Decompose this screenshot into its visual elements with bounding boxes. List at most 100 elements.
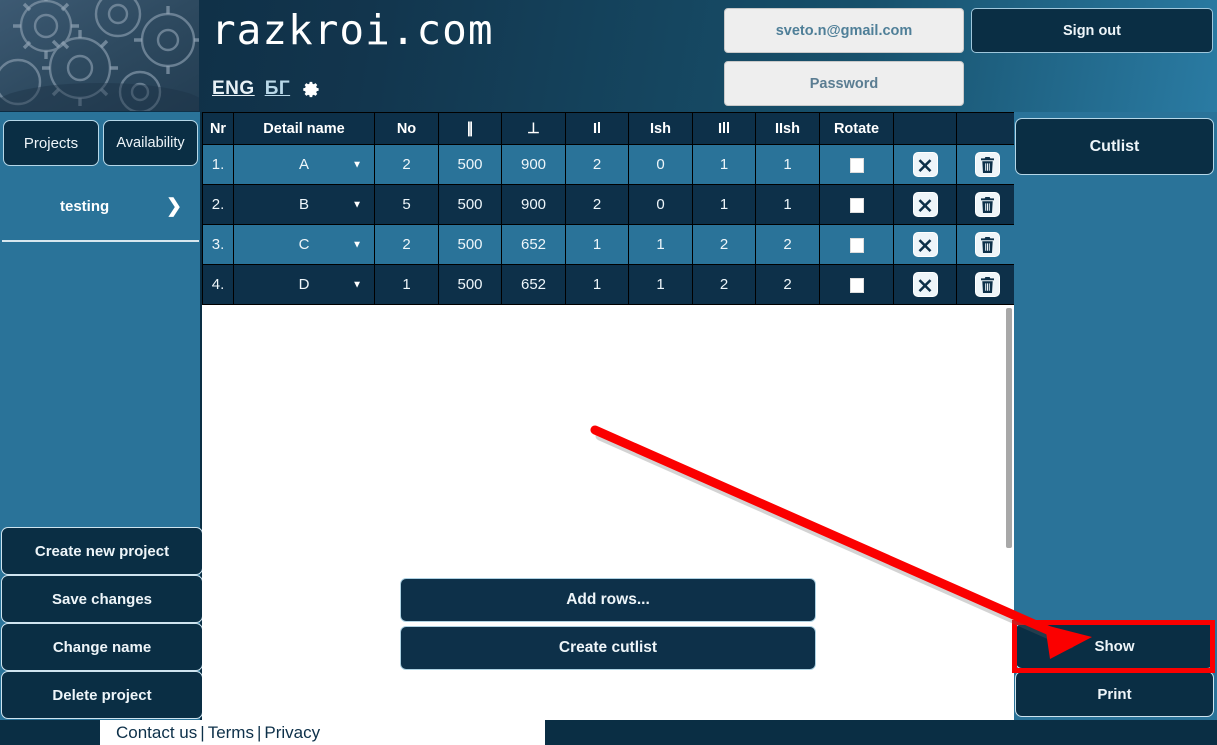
cell-ish[interactable]: 0: [628, 184, 693, 225]
cell-nr: 4.: [202, 264, 234, 305]
cell-ish[interactable]: 0: [628, 144, 693, 185]
col-header-il: Il: [565, 112, 629, 145]
clear-x-icon[interactable]: [912, 152, 938, 177]
project-list: testing ❯: [2, 172, 200, 240]
chevron-down-icon: ▼: [352, 239, 362, 250]
main-content: Nr Detail name No ∥ ⊥ Il Ish Ill IIsh Ro…: [202, 112, 1019, 720]
trash-icon[interactable]: [975, 272, 1000, 297]
detail-name-select[interactable]: B ▼: [234, 185, 374, 224]
sidebar-action-buttons: Create new project Save changes Change n…: [1, 527, 203, 719]
main-action-buttons: Add rows... Create cutlist: [400, 578, 816, 674]
cell-delete: [956, 264, 1019, 305]
sign-out-button[interactable]: Sign out: [971, 8, 1213, 53]
col-header-perpendicular: ⊥: [501, 112, 566, 145]
rotate-checkbox[interactable]: [849, 277, 864, 293]
clear-x-icon[interactable]: [912, 232, 938, 257]
cell-ill[interactable]: 1: [692, 144, 756, 185]
detail-name-select[interactable]: D ▼: [234, 265, 374, 304]
create-new-project-button[interactable]: Create new project: [1, 527, 203, 575]
password-field[interactable]: Password: [724, 61, 964, 106]
cell-parallel[interactable]: 500: [438, 184, 502, 225]
cell-il[interactable]: 1: [565, 224, 629, 265]
gear-icon[interactable]: [302, 80, 321, 99]
trash-icon[interactable]: [975, 192, 1000, 217]
show-button[interactable]: Show: [1015, 623, 1214, 669]
col-header-ish: Ish: [628, 112, 693, 145]
cell-rotate: [819, 264, 894, 305]
cell-parallel[interactable]: 500: [438, 224, 502, 265]
cell-ish[interactable]: 1: [628, 224, 693, 265]
lang-link-bg[interactable]: БГ: [265, 78, 290, 100]
change-name-button[interactable]: Change name: [1, 623, 203, 671]
cell-il[interactable]: 2: [565, 184, 629, 225]
cell-perpendicular[interactable]: 900: [501, 184, 566, 225]
cell-delete: [956, 224, 1019, 265]
cell-iish[interactable]: 2: [755, 264, 820, 305]
table-header-row: Nr Detail name No ∥ ⊥ Il Ish Ill IIsh Ro…: [202, 112, 1019, 145]
trash-icon[interactable]: [975, 152, 1000, 177]
tab-projects[interactable]: Projects: [3, 120, 99, 166]
cutlist-button[interactable]: Cutlist: [1015, 118, 1214, 175]
contact-us-link[interactable]: Contact us: [116, 723, 197, 742]
cell-il[interactable]: 2: [565, 144, 629, 185]
delete-project-button[interactable]: Delete project: [1, 671, 203, 719]
lang-link-eng[interactable]: ENG: [212, 78, 255, 100]
table-row: 4. D ▼ 1 500 652 1 1 2 2: [202, 264, 1019, 305]
detail-name-select[interactable]: A ▼: [234, 145, 374, 184]
clear-x-icon[interactable]: [912, 272, 938, 297]
cell-parallel[interactable]: 500: [438, 144, 502, 185]
print-button[interactable]: Print: [1015, 671, 1214, 717]
detail-name-value: A: [298, 156, 309, 173]
vertical-scrollbar[interactable]: [1006, 308, 1012, 548]
detail-name-value: C: [298, 236, 310, 253]
sidebar-divider: [2, 240, 199, 242]
cell-il[interactable]: 1: [565, 264, 629, 305]
cell-ill[interactable]: 2: [692, 264, 756, 305]
table-row: 3. C ▼ 2 500 652 1 1 2 2: [202, 224, 1019, 265]
tab-availability[interactable]: Availability: [103, 120, 198, 166]
cell-detail-name[interactable]: B ▼: [233, 184, 375, 225]
cell-clear: [893, 184, 957, 225]
privacy-link[interactable]: Privacy: [264, 723, 320, 742]
project-list-item-testing[interactable]: testing ❯: [2, 172, 200, 240]
footer-links: Contact us | Terms | Privacy: [100, 723, 320, 743]
cell-no[interactable]: 2: [374, 144, 439, 185]
create-cutlist-button[interactable]: Create cutlist: [400, 626, 816, 670]
table-row: 2. B ▼ 5 500 900 2 0 1 1: [202, 184, 1019, 225]
rotate-checkbox[interactable]: [849, 197, 864, 213]
detail-name-value: B: [298, 196, 309, 213]
cell-iish[interactable]: 2: [755, 224, 820, 265]
cell-iish[interactable]: 1: [755, 184, 820, 225]
cell-clear: [893, 264, 957, 305]
cell-no[interactable]: 2: [374, 224, 439, 265]
clear-x-icon[interactable]: [912, 192, 938, 217]
cell-rotate: [819, 184, 894, 225]
rotate-checkbox[interactable]: [849, 157, 864, 173]
footer-separator-2: |: [256, 722, 262, 742]
save-changes-button[interactable]: Save changes: [1, 575, 203, 623]
cell-ill[interactable]: 1: [692, 184, 756, 225]
col-header-detail-name: Detail name: [233, 112, 375, 145]
sidebar-tabs: Projects Availability: [3, 120, 198, 166]
cell-detail-name[interactable]: A ▼: [233, 144, 375, 185]
cell-iish[interactable]: 1: [755, 144, 820, 185]
cell-perpendicular[interactable]: 652: [501, 264, 566, 305]
cell-ill[interactable]: 2: [692, 224, 756, 265]
cell-perpendicular[interactable]: 652: [501, 224, 566, 265]
cell-detail-name[interactable]: C ▼: [233, 224, 375, 265]
add-rows-button[interactable]: Add rows...: [400, 578, 816, 622]
cell-no[interactable]: 1: [374, 264, 439, 305]
cell-clear: [893, 224, 957, 265]
chevron-down-icon: ▼: [352, 199, 362, 210]
trash-icon[interactable]: [975, 232, 1000, 257]
email-field[interactable]: sveto.n@gmail.com: [724, 8, 964, 53]
cell-parallel[interactable]: 500: [438, 264, 502, 305]
chevron-down-icon: ▼: [352, 159, 362, 170]
cell-perpendicular[interactable]: 900: [501, 144, 566, 185]
cell-ish[interactable]: 1: [628, 264, 693, 305]
detail-name-select[interactable]: C ▼: [234, 225, 374, 264]
cell-no[interactable]: 5: [374, 184, 439, 225]
rotate-checkbox[interactable]: [849, 237, 864, 253]
cell-detail-name[interactable]: D ▼: [233, 264, 375, 305]
terms-link[interactable]: Terms: [208, 723, 254, 742]
